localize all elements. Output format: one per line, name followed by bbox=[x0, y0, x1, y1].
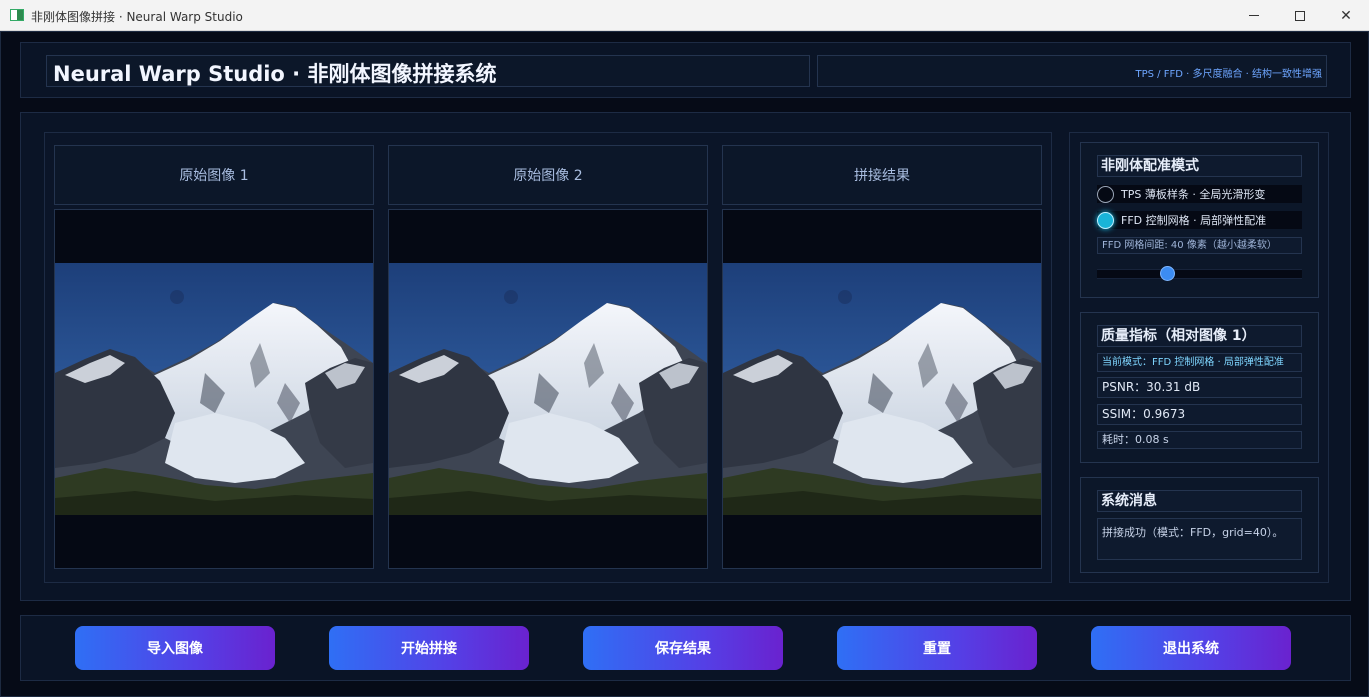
image-view-1[interactable] bbox=[54, 209, 374, 569]
minimize-icon[interactable] bbox=[1231, 0, 1277, 31]
save-button[interactable]: 保存结果 bbox=[583, 626, 783, 670]
mountain-image bbox=[723, 263, 1041, 515]
radio-ffd[interactable]: FFD 控制网格 · 局部弹性配准 bbox=[1097, 211, 1302, 229]
mountain-image bbox=[55, 263, 373, 515]
app-icon bbox=[10, 9, 24, 21]
bottom-toolbar: 导入图像 开始拼接 保存结果 重置 退出系统 bbox=[20, 615, 1351, 681]
image-view-result[interactable] bbox=[722, 209, 1042, 569]
message-card: 系统消息 拼接成功（模式：FFD，grid=40）。 bbox=[1080, 477, 1319, 573]
message-text: 拼接成功（模式：FFD，grid=40）。 bbox=[1097, 518, 1302, 560]
slider-thumb[interactable] bbox=[1160, 266, 1175, 281]
panel-title-image-2: 原始图像 2 bbox=[388, 145, 708, 205]
mode-card: 非刚体配准模式 TPS 薄板样条 · 全局光滑形变 FFD 控制网格 · 局部弹… bbox=[1080, 142, 1319, 298]
radio-tps[interactable]: TPS 薄板样条 · 全局光滑形变 bbox=[1097, 185, 1302, 203]
subtitle-box: TPS / FFD · 多尺度融合 · 结构一致性增强 bbox=[817, 55, 1327, 87]
quality-mode: 当前模式：FFD 控制网格 · 局部弹性配准 bbox=[1097, 353, 1302, 372]
main-area: 原始图像 1 原始图像 2 拼接结果 非刚体配准模式 TPS 薄板样条 · 全局… bbox=[20, 112, 1351, 601]
quality-card: 质量指标（相对图像 1） 当前模式：FFD 控制网格 · 局部弹性配准 PSNR… bbox=[1080, 312, 1319, 463]
grid-spacing-label: FFD 网格间距: 40 像素（越小越柔软） bbox=[1097, 237, 1302, 254]
image-area: 原始图像 1 原始图像 2 拼接结果 bbox=[44, 132, 1052, 583]
window-titlebar: 非刚体图像拼接 · Neural Warp Studio ✕ bbox=[0, 0, 1369, 31]
header: Neural Warp Studio · 非刚体图像拼接系统 TPS / FFD… bbox=[20, 42, 1351, 98]
panel-title-image-1: 原始图像 1 bbox=[54, 145, 374, 205]
close-icon[interactable]: ✕ bbox=[1323, 0, 1369, 31]
quality-time: 耗时：0.08 s bbox=[1097, 431, 1302, 449]
mountain-image bbox=[389, 263, 707, 515]
page-title: Neural Warp Studio · 非刚体图像拼接系统 bbox=[53, 62, 497, 86]
radio-ffd-indicator[interactable] bbox=[1097, 211, 1114, 229]
page-subtitle: TPS / FFD · 多尺度融合 · 结构一致性增强 bbox=[1135, 69, 1323, 80]
app-root: Neural Warp Studio · 非刚体图像拼接系统 TPS / FFD… bbox=[0, 31, 1369, 697]
panel-title-result: 拼接结果 bbox=[722, 145, 1042, 205]
side-panel: 非刚体配准模式 TPS 薄板样条 · 全局光滑形变 FFD 控制网格 · 局部弹… bbox=[1069, 132, 1329, 583]
quality-psnr: PSNR：30.31 dB bbox=[1097, 377, 1302, 398]
title-box: Neural Warp Studio · 非刚体图像拼接系统 bbox=[46, 55, 810, 87]
quality-ssim: SSIM：0.9673 bbox=[1097, 404, 1302, 425]
grid-spacing-slider[interactable] bbox=[1097, 263, 1302, 285]
import-button[interactable]: 导入图像 bbox=[75, 626, 275, 670]
window-title: 非刚体图像拼接 · Neural Warp Studio bbox=[31, 10, 243, 24]
message-card-title: 系统消息 bbox=[1097, 490, 1302, 512]
exit-button[interactable]: 退出系统 bbox=[1091, 626, 1291, 670]
slider-track[interactable] bbox=[1097, 269, 1302, 279]
reset-button[interactable]: 重置 bbox=[837, 626, 1037, 670]
radio-ffd-label: FFD 控制网格 · 局部弹性配准 bbox=[1121, 214, 1267, 227]
mode-card-title: 非刚体配准模式 bbox=[1097, 155, 1302, 177]
quality-card-title: 质量指标（相对图像 1） bbox=[1097, 325, 1302, 347]
radio-tps-label: TPS 薄板样条 · 全局光滑形变 bbox=[1121, 188, 1266, 201]
maximize-icon[interactable] bbox=[1277, 0, 1323, 31]
radio-tps-indicator[interactable] bbox=[1097, 185, 1114, 203]
image-view-2[interactable] bbox=[388, 209, 708, 569]
start-stitch-button[interactable]: 开始拼接 bbox=[329, 626, 529, 670]
